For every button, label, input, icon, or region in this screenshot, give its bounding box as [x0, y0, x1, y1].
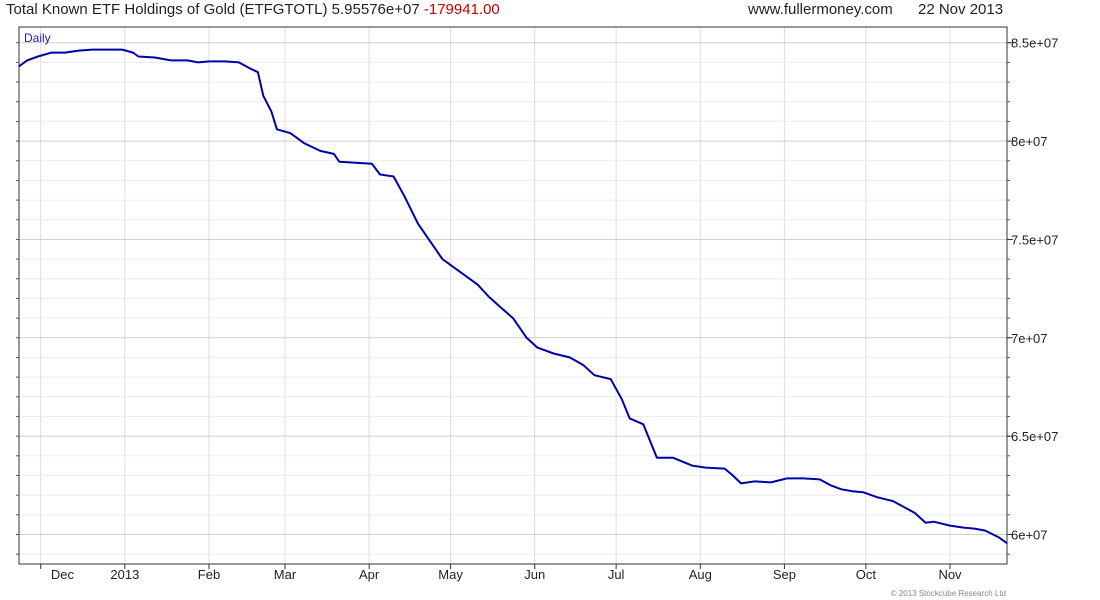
series-group [18, 48, 1008, 545]
y-tick-label: 7e+07 [1011, 331, 1048, 346]
x-tick-label: Mar [274, 567, 297, 582]
x-tick-label: Dec [51, 567, 75, 582]
series-line [18, 48, 1008, 545]
plot-frame [18, 26, 1008, 565]
grid-lines [19, 27, 1007, 564]
y-tick-label: 6e+07 [1011, 527, 1048, 542]
x-tick-label: Sep [773, 567, 796, 582]
x-tick-label: Nov [938, 567, 962, 582]
x-tick-label: Oct [856, 567, 877, 582]
copyright-text: © 2013 Stockcube Research Ltd [890, 589, 1006, 598]
y-tick-label: 6.5e+07 [1011, 429, 1058, 444]
x-tick-label: Jul [608, 567, 625, 582]
line-chart: 6e+07 6.5e+07 7e+07 7.5e+07 8e+07 8.5e+07 Dec 2… [16, 26, 1058, 582]
x-tick-label: May [438, 567, 463, 582]
y-tick-label: 8e+07 [1011, 134, 1048, 149]
period-label: Daily [24, 31, 51, 45]
x-tick-label: 2013 [110, 567, 139, 582]
x-tick-label: Feb [198, 567, 220, 582]
y-tick-label: 7.5e+07 [1011, 232, 1058, 247]
x-tick-label: Jun [524, 567, 545, 582]
x-tick-label: Aug [689, 567, 712, 582]
y-tick-label: 8.5e+07 [1011, 36, 1058, 51]
axes: 6e+07 6.5e+07 7e+07 7.5e+07 8e+07 8.5e+07 Dec 2… [16, 36, 1058, 582]
x-tick-label: Apr [359, 567, 380, 582]
